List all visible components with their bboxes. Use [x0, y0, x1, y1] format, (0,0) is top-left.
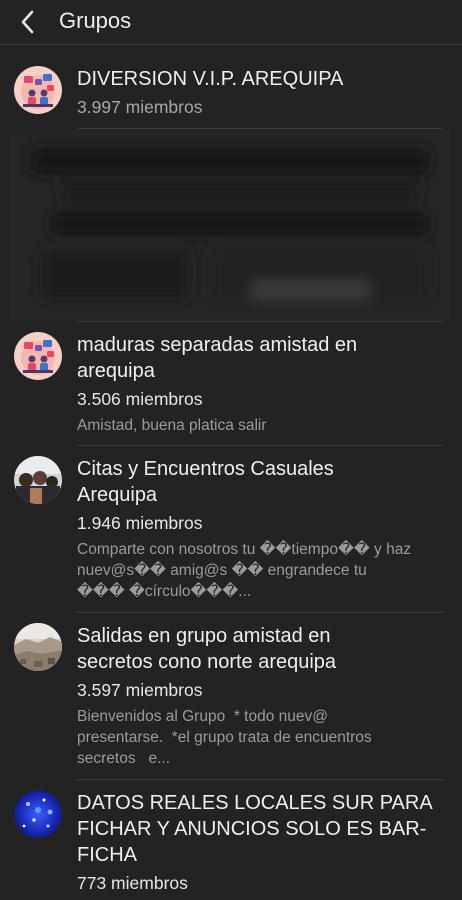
- group-item-2[interactable]: maduras separadas amistad en arequipa 3.…: [0, 330, 462, 445]
- group-description: Bienvenidos al Grupo * todo nuev@ presen…: [77, 708, 376, 767]
- group-item-3[interactable]: Citas y Encuentros Casuales Arequipa 1.9…: [0, 456, 462, 611]
- group-description: Comparte con nosotros tu ��tiempo�� y ha…: [77, 541, 416, 600]
- divider: [77, 445, 443, 446]
- group-description: Amistad, buena platica salir: [77, 417, 267, 434]
- group-member-count: 3.506 miembros: [77, 389, 203, 409]
- group-illustration-avatar: [14, 332, 62, 380]
- group-name: DIVERSION V.I.P. AREQUIPA: [77, 68, 344, 90]
- top-bar: Grupos: [0, 0, 462, 45]
- divider: [77, 128, 443, 129]
- blue-lights-avatar: [14, 790, 62, 838]
- divider: [77, 779, 443, 780]
- group-member-count: 3.997 miembros: [77, 97, 203, 117]
- group-item-5[interactable]: DATOS REALES LOCALES SUR PARA FICHAR Y A…: [0, 790, 462, 900]
- group-name: maduras separadas amistad en arequipa: [77, 334, 358, 382]
- group-member-count: 773 miembros: [77, 873, 188, 893]
- group-member-count: 3.597 miembros: [77, 680, 203, 700]
- back-button[interactable]: [10, 4, 46, 40]
- group-name: Salidas en grupo amistad en secretos con…: [77, 625, 337, 673]
- group-illustration-avatar: [14, 66, 62, 114]
- chevron-left-icon: [21, 10, 34, 34]
- group-name: Citas y Encuentros Casuales Arequipa: [77, 458, 334, 506]
- group-member-count: 1.946 miembros: [77, 513, 203, 533]
- group-photo-avatar: [14, 456, 62, 504]
- group-name: DATOS REALES LOCALES SUR PARA FICHAR Y A…: [77, 792, 432, 866]
- divider: [77, 612, 443, 613]
- blurred-content-block: [10, 130, 450, 320]
- group-item-4[interactable]: Salidas en grupo amistad en secretos con…: [0, 623, 462, 778]
- divider: [77, 321, 443, 322]
- group-item-1[interactable]: DIVERSION V.I.P. AREQUIPA 3.997 miembros: [0, 60, 462, 130]
- landscape-photo-avatar: [14, 623, 62, 671]
- page-title: Grupos: [59, 8, 132, 33]
